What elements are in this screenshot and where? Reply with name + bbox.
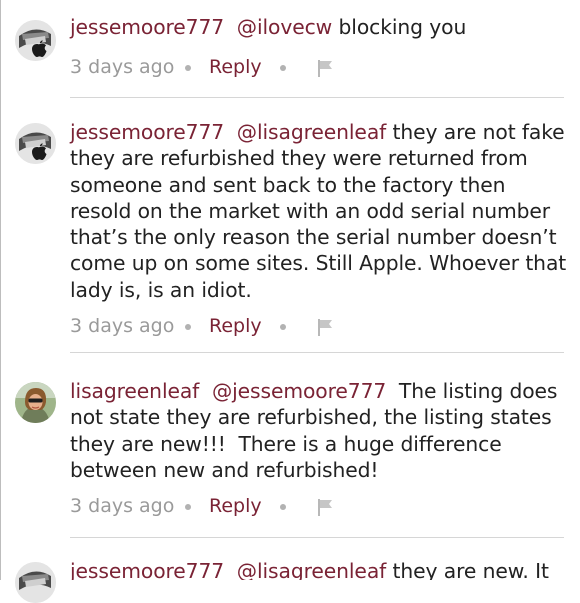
comment-text: jessemoore777 @lisagreenleaf they are ne… xyxy=(70,558,570,580)
apple-logo-avatar-icon xyxy=(15,20,56,61)
comment-mention[interactable]: @lisagreenleaf xyxy=(237,559,387,580)
comment-message: blocking you xyxy=(338,15,467,39)
comment-text: jessemoore777 @ilovecw blocking you xyxy=(70,14,570,40)
timestamp: 3 days ago xyxy=(70,495,175,517)
comment-body: jessemoore777 @lisagreenleaf they are ne… xyxy=(70,558,570,580)
avatar[interactable] xyxy=(15,20,56,61)
comment-body: jessemoore777 @lisagreenleaf they are no… xyxy=(70,119,570,337)
apple-logo-avatar-icon xyxy=(15,123,56,164)
comment-body: lisagreenleaf @jessemoore777 The listing… xyxy=(70,378,570,517)
dot-separator xyxy=(185,324,191,330)
timestamp: 3 days ago xyxy=(70,315,175,337)
avatar[interactable] xyxy=(15,123,56,164)
comment-username[interactable]: jessemoore777 xyxy=(70,559,224,580)
left-border xyxy=(0,0,1,580)
flag-icon[interactable] xyxy=(318,319,333,336)
comment-mention[interactable]: @jessemoore777 xyxy=(212,379,386,403)
comment-message: they are not fake they are refurbished t… xyxy=(70,120,573,302)
avatar[interactable] xyxy=(15,382,56,423)
dot-separator xyxy=(185,65,191,71)
comment-divider xyxy=(70,537,564,538)
comment-username[interactable]: jessemoore777 xyxy=(70,120,224,144)
reply-button[interactable]: Reply xyxy=(209,495,262,517)
comment-divider xyxy=(70,97,564,98)
avatar[interactable] xyxy=(15,562,56,603)
comment-mention[interactable]: @lisagreenleaf xyxy=(237,120,387,144)
flag-icon[interactable] xyxy=(318,499,333,516)
comment-divider xyxy=(70,352,564,353)
photo-avatar-icon xyxy=(15,382,56,423)
comment-mention[interactable]: @ilovecw xyxy=(237,15,332,39)
dot-separator xyxy=(185,504,191,510)
timestamp: 3 days ago xyxy=(70,56,175,78)
comment-text: lisagreenleaf @jessemoore777 The listing… xyxy=(70,378,570,483)
dot-separator xyxy=(280,65,286,71)
comment-username[interactable]: jessemoore777 xyxy=(70,15,224,39)
apple-logo-avatar-icon xyxy=(15,562,56,603)
reply-button[interactable]: Reply xyxy=(209,315,262,337)
dot-separator xyxy=(280,504,286,510)
comment-text: jessemoore777 @lisagreenleaf they are no… xyxy=(70,119,570,303)
reply-button[interactable]: Reply xyxy=(209,56,262,78)
comment-message: they are new. It xyxy=(392,559,549,580)
dot-separator xyxy=(280,324,286,330)
comment-body: jessemoore777 @ilovecw blocking you 3 da… xyxy=(70,14,570,78)
comment-username[interactable]: lisagreenleaf xyxy=(70,379,199,403)
flag-icon[interactable] xyxy=(318,60,333,77)
